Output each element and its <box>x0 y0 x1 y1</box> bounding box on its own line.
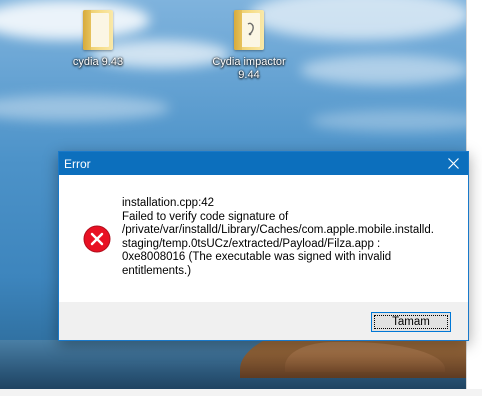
message-line: entitlements.) <box>122 264 192 277</box>
cloud <box>300 55 466 85</box>
desktop-icon-label: Cydia impactor 9.44 <box>204 56 294 82</box>
dialog-content: installation.cpp:42 Failed to verify cod… <box>59 175 468 302</box>
dialog-title: Error <box>64 157 91 171</box>
cloud <box>310 110 466 132</box>
message-line: staging/temp.0tsUCz/extracted/Payload/Fi… <box>122 237 381 250</box>
error-icon <box>83 225 111 253</box>
message-line: Failed to verify code signature of <box>122 210 289 223</box>
error-message: installation.cpp:42 Failed to verify cod… <box>122 197 462 279</box>
desktop-icon-cydia-impactor[interactable]: Cydia impactor 9.44 <box>204 10 294 82</box>
ok-button[interactable]: Tamam <box>371 312 451 332</box>
desktop-icon-cydia[interactable]: cydia 9.43 <box>53 10 143 69</box>
impactor-app-icon <box>247 22 254 36</box>
message-line: installation.cpp:42 <box>122 197 215 209</box>
cloud <box>0 95 170 121</box>
message-line: /private/var/installd/Library/Caches/com… <box>122 224 434 237</box>
folder-icon <box>234 10 264 50</box>
folder-icon <box>83 10 113 50</box>
message-line: 0xe8008016 (The executable was signed wi… <box>122 251 392 264</box>
taskbar-edge <box>0 389 482 396</box>
dialog-titlebar[interactable]: Error <box>59 152 468 175</box>
error-dialog: Error installation.cpp:42 Failed to veri… <box>58 151 469 341</box>
close-button[interactable] <box>438 152 468 175</box>
close-icon <box>448 158 459 169</box>
desktop-icon-label: cydia 9.43 <box>72 56 124 68</box>
dialog-footer: Tamam <box>59 302 468 340</box>
desktop-icon-label-text: Cydia impactor 9.44 <box>212 56 286 81</box>
